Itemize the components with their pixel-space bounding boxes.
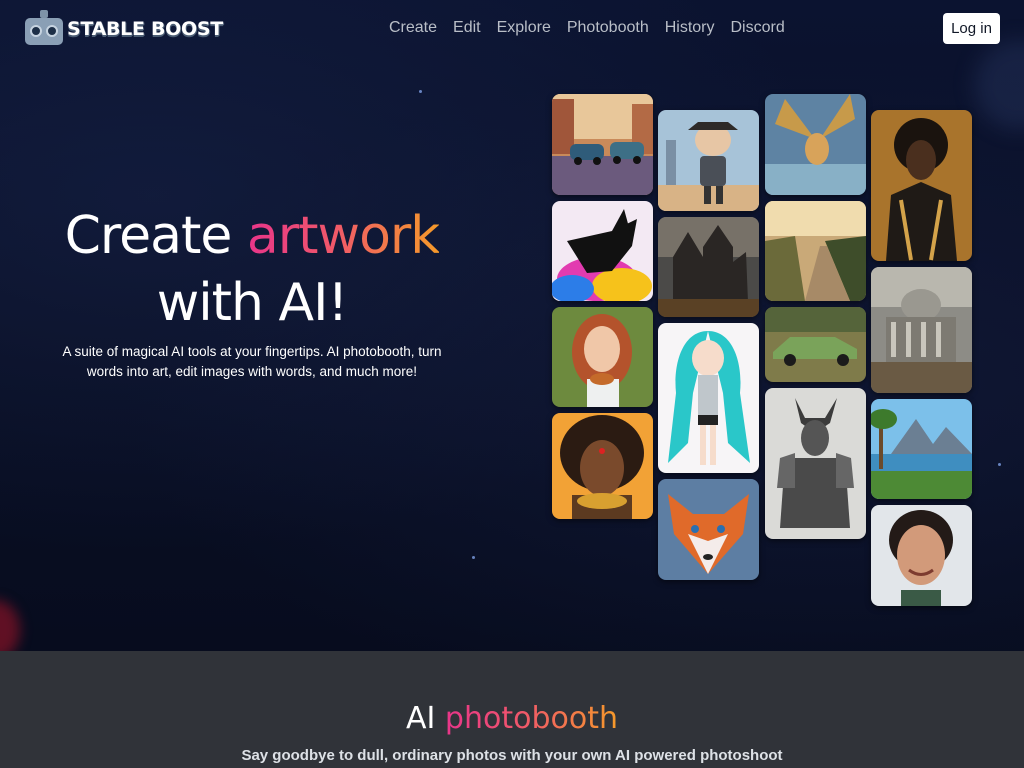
main-nav: Create Edit Explore Photobooth History D…: [389, 19, 801, 37]
brand-name: STABLE BOOST: [67, 18, 223, 40]
hero-title-line2: with AI!: [156, 273, 349, 333]
nav-link-discord[interactable]: Discord: [731, 19, 785, 37]
vintage-cars-street-image: [552, 94, 653, 195]
winged-dog-flying-image: [765, 94, 866, 195]
photobooth-title-prefix: AI: [406, 701, 445, 736]
background-star: [419, 90, 422, 93]
nav-link-create[interactable]: Create: [389, 19, 437, 37]
african-queen-portrait-image: [552, 413, 653, 519]
photobooth-description: Say goodbye to dull, ordinary photos wit…: [241, 747, 783, 764]
black-dog-rainbow-image: [552, 201, 653, 301]
fox-portrait-image: [658, 479, 759, 580]
login-button[interactable]: Log in: [943, 13, 1000, 44]
hero-title-highlight: artwork: [246, 206, 440, 266]
photobooth-title: AI photobooth: [0, 701, 1024, 736]
nav-link-explore[interactable]: Explore: [497, 19, 551, 37]
capitol-building-ruins-image: [871, 267, 972, 393]
redhead-woman-portrait-image: [552, 307, 653, 407]
hero-description: A suite of magical AI tools at your fing…: [62, 344, 442, 379]
navbar: STABLE BOOST Create Edit Explore Photobo…: [0, 0, 1024, 58]
nav-link-edit[interactable]: Edit: [453, 19, 481, 37]
background-star: [998, 463, 1001, 466]
robot-boy-character-image: [658, 110, 759, 211]
nav-link-history[interactable]: History: [665, 19, 715, 37]
background-glow: [0, 600, 20, 651]
man-golden-suit-portrait-image: [871, 110, 972, 261]
green-classic-car-image: [765, 307, 866, 382]
hero-title-prefix: Create: [64, 206, 247, 266]
anime-girl-teal-hair-image: [658, 323, 759, 473]
autumn-road-landscape-image: [765, 201, 866, 301]
photobooth-section: AI photobooth Say goodbye to dull, ordin…: [0, 651, 1024, 768]
background-star: [472, 556, 475, 559]
robot-logo-icon: [24, 10, 64, 48]
gothic-castle-image: [658, 217, 759, 317]
fantasy-lake-landscape-image: [871, 399, 972, 499]
brand-logo[interactable]: STABLE BOOST: [24, 10, 223, 48]
photobooth-title-highlight: photobooth: [444, 701, 618, 736]
armored-beast-warrior-image: [765, 388, 866, 539]
nav-link-photobooth[interactable]: Photobooth: [567, 19, 649, 37]
hero-section: STABLE BOOST Create Edit Explore Photobo…: [0, 0, 1024, 651]
smiling-woman-portrait-image: [871, 505, 972, 606]
hero-title: Create artwork with AI!: [22, 203, 482, 337]
